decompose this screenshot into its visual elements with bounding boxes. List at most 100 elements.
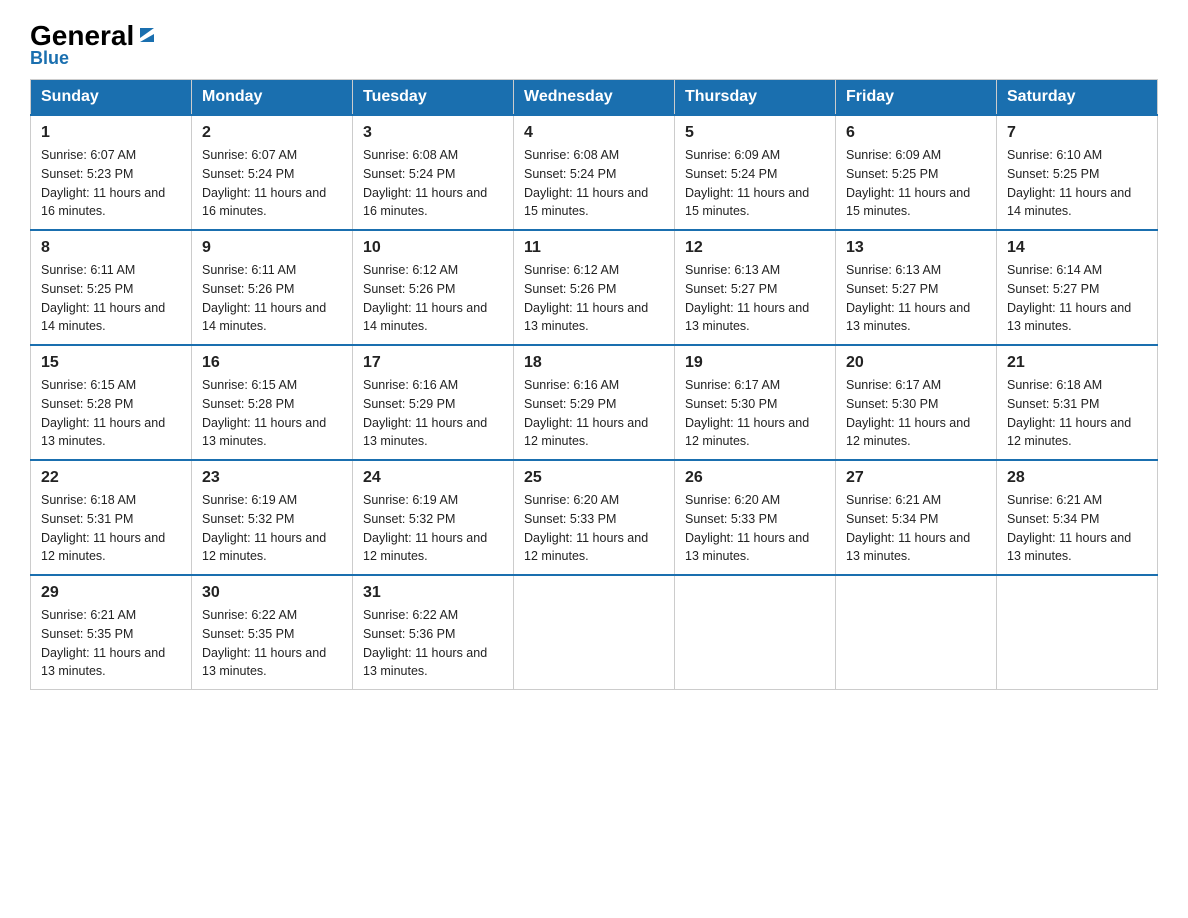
calendar-cell: 26 Sunrise: 6:20 AMSunset: 5:33 PMDaylig… (675, 460, 836, 575)
day-number: 18 (524, 354, 664, 372)
calendar-table: SundayMondayTuesdayWednesdayThursdayFrid… (30, 79, 1158, 690)
calendar-cell: 11 Sunrise: 6:12 AMSunset: 5:26 PMDaylig… (514, 230, 675, 345)
calendar-cell: 19 Sunrise: 6:17 AMSunset: 5:30 PMDaylig… (675, 345, 836, 460)
calendar-week-row: 8 Sunrise: 6:11 AMSunset: 5:25 PMDayligh… (31, 230, 1158, 345)
calendar-cell: 31 Sunrise: 6:22 AMSunset: 5:36 PMDaylig… (353, 575, 514, 690)
day-number: 12 (685, 239, 825, 257)
day-info: Sunrise: 6:16 AMSunset: 5:29 PMDaylight:… (524, 378, 648, 448)
day-number: 22 (41, 469, 181, 487)
calendar-cell: 27 Sunrise: 6:21 AMSunset: 5:34 PMDaylig… (836, 460, 997, 575)
calendar-cell: 3 Sunrise: 6:08 AMSunset: 5:24 PMDayligh… (353, 115, 514, 230)
calendar-cell: 22 Sunrise: 6:18 AMSunset: 5:31 PMDaylig… (31, 460, 192, 575)
day-number: 26 (685, 469, 825, 487)
day-info: Sunrise: 6:22 AMSunset: 5:35 PMDaylight:… (202, 608, 326, 678)
calendar-cell: 5 Sunrise: 6:09 AMSunset: 5:24 PMDayligh… (675, 115, 836, 230)
day-info: Sunrise: 6:08 AMSunset: 5:24 PMDaylight:… (524, 148, 648, 218)
calendar-cell: 8 Sunrise: 6:11 AMSunset: 5:25 PMDayligh… (31, 230, 192, 345)
day-info: Sunrise: 6:21 AMSunset: 5:34 PMDaylight:… (846, 493, 970, 563)
day-info: Sunrise: 6:11 AMSunset: 5:25 PMDaylight:… (41, 263, 165, 333)
calendar-cell: 18 Sunrise: 6:16 AMSunset: 5:29 PMDaylig… (514, 345, 675, 460)
day-info: Sunrise: 6:07 AMSunset: 5:23 PMDaylight:… (41, 148, 165, 218)
day-number: 25 (524, 469, 664, 487)
logo-blue: Blue (30, 48, 69, 69)
calendar-cell (836, 575, 997, 690)
calendar-cell: 1 Sunrise: 6:07 AMSunset: 5:23 PMDayligh… (31, 115, 192, 230)
day-info: Sunrise: 6:17 AMSunset: 5:30 PMDaylight:… (846, 378, 970, 448)
weekday-header: Thursday (675, 80, 836, 116)
day-number: 1 (41, 124, 181, 142)
day-info: Sunrise: 6:09 AMSunset: 5:24 PMDaylight:… (685, 148, 809, 218)
day-number: 10 (363, 239, 503, 257)
day-number: 2 (202, 124, 342, 142)
day-info: Sunrise: 6:14 AMSunset: 5:27 PMDaylight:… (1007, 263, 1131, 333)
logo-triangle-icon (136, 24, 158, 46)
day-number: 11 (524, 239, 664, 257)
day-number: 30 (202, 584, 342, 602)
weekday-header: Tuesday (353, 80, 514, 116)
day-number: 17 (363, 354, 503, 372)
day-info: Sunrise: 6:18 AMSunset: 5:31 PMDaylight:… (41, 493, 165, 563)
day-number: 27 (846, 469, 986, 487)
day-number: 23 (202, 469, 342, 487)
day-number: 6 (846, 124, 986, 142)
day-number: 31 (363, 584, 503, 602)
calendar-cell: 20 Sunrise: 6:17 AMSunset: 5:30 PMDaylig… (836, 345, 997, 460)
calendar-cell: 21 Sunrise: 6:18 AMSunset: 5:31 PMDaylig… (997, 345, 1158, 460)
day-info: Sunrise: 6:10 AMSunset: 5:25 PMDaylight:… (1007, 148, 1131, 218)
calendar-cell: 29 Sunrise: 6:21 AMSunset: 5:35 PMDaylig… (31, 575, 192, 690)
day-info: Sunrise: 6:08 AMSunset: 5:24 PMDaylight:… (363, 148, 487, 218)
day-info: Sunrise: 6:12 AMSunset: 5:26 PMDaylight:… (363, 263, 487, 333)
day-info: Sunrise: 6:20 AMSunset: 5:33 PMDaylight:… (685, 493, 809, 563)
weekday-header: Monday (192, 80, 353, 116)
day-info: Sunrise: 6:13 AMSunset: 5:27 PMDaylight:… (685, 263, 809, 333)
day-info: Sunrise: 6:15 AMSunset: 5:28 PMDaylight:… (41, 378, 165, 448)
day-number: 16 (202, 354, 342, 372)
calendar-cell: 6 Sunrise: 6:09 AMSunset: 5:25 PMDayligh… (836, 115, 997, 230)
day-info: Sunrise: 6:22 AMSunset: 5:36 PMDaylight:… (363, 608, 487, 678)
calendar-cell: 25 Sunrise: 6:20 AMSunset: 5:33 PMDaylig… (514, 460, 675, 575)
calendar-cell: 4 Sunrise: 6:08 AMSunset: 5:24 PMDayligh… (514, 115, 675, 230)
calendar-cell: 15 Sunrise: 6:15 AMSunset: 5:28 PMDaylig… (31, 345, 192, 460)
day-number: 21 (1007, 354, 1147, 372)
day-info: Sunrise: 6:21 AMSunset: 5:35 PMDaylight:… (41, 608, 165, 678)
day-number: 20 (846, 354, 986, 372)
calendar-cell (675, 575, 836, 690)
day-info: Sunrise: 6:18 AMSunset: 5:31 PMDaylight:… (1007, 378, 1131, 448)
calendar-header-row: SundayMondayTuesdayWednesdayThursdayFrid… (31, 80, 1158, 116)
calendar-cell: 17 Sunrise: 6:16 AMSunset: 5:29 PMDaylig… (353, 345, 514, 460)
day-number: 14 (1007, 239, 1147, 257)
day-info: Sunrise: 6:07 AMSunset: 5:24 PMDaylight:… (202, 148, 326, 218)
day-number: 24 (363, 469, 503, 487)
calendar-cell: 2 Sunrise: 6:07 AMSunset: 5:24 PMDayligh… (192, 115, 353, 230)
day-number: 8 (41, 239, 181, 257)
calendar-cell: 7 Sunrise: 6:10 AMSunset: 5:25 PMDayligh… (997, 115, 1158, 230)
day-number: 5 (685, 124, 825, 142)
day-info: Sunrise: 6:17 AMSunset: 5:30 PMDaylight:… (685, 378, 809, 448)
calendar-cell: 14 Sunrise: 6:14 AMSunset: 5:27 PMDaylig… (997, 230, 1158, 345)
day-number: 13 (846, 239, 986, 257)
day-number: 7 (1007, 124, 1147, 142)
calendar-cell: 16 Sunrise: 6:15 AMSunset: 5:28 PMDaylig… (192, 345, 353, 460)
calendar-week-row: 29 Sunrise: 6:21 AMSunset: 5:35 PMDaylig… (31, 575, 1158, 690)
day-number: 3 (363, 124, 503, 142)
page-header: General Blue (30, 20, 1158, 69)
calendar-week-row: 22 Sunrise: 6:18 AMSunset: 5:31 PMDaylig… (31, 460, 1158, 575)
calendar-cell (997, 575, 1158, 690)
day-info: Sunrise: 6:09 AMSunset: 5:25 PMDaylight:… (846, 148, 970, 218)
day-info: Sunrise: 6:21 AMSunset: 5:34 PMDaylight:… (1007, 493, 1131, 563)
day-info: Sunrise: 6:12 AMSunset: 5:26 PMDaylight:… (524, 263, 648, 333)
day-number: 29 (41, 584, 181, 602)
day-number: 4 (524, 124, 664, 142)
day-info: Sunrise: 6:16 AMSunset: 5:29 PMDaylight:… (363, 378, 487, 448)
day-info: Sunrise: 6:11 AMSunset: 5:26 PMDaylight:… (202, 263, 326, 333)
weekday-header: Saturday (997, 80, 1158, 116)
day-number: 28 (1007, 469, 1147, 487)
calendar-cell: 23 Sunrise: 6:19 AMSunset: 5:32 PMDaylig… (192, 460, 353, 575)
day-info: Sunrise: 6:13 AMSunset: 5:27 PMDaylight:… (846, 263, 970, 333)
calendar-cell: 24 Sunrise: 6:19 AMSunset: 5:32 PMDaylig… (353, 460, 514, 575)
day-info: Sunrise: 6:19 AMSunset: 5:32 PMDaylight:… (363, 493, 487, 563)
calendar-cell: 12 Sunrise: 6:13 AMSunset: 5:27 PMDaylig… (675, 230, 836, 345)
calendar-week-row: 15 Sunrise: 6:15 AMSunset: 5:28 PMDaylig… (31, 345, 1158, 460)
day-number: 9 (202, 239, 342, 257)
day-info: Sunrise: 6:15 AMSunset: 5:28 PMDaylight:… (202, 378, 326, 448)
